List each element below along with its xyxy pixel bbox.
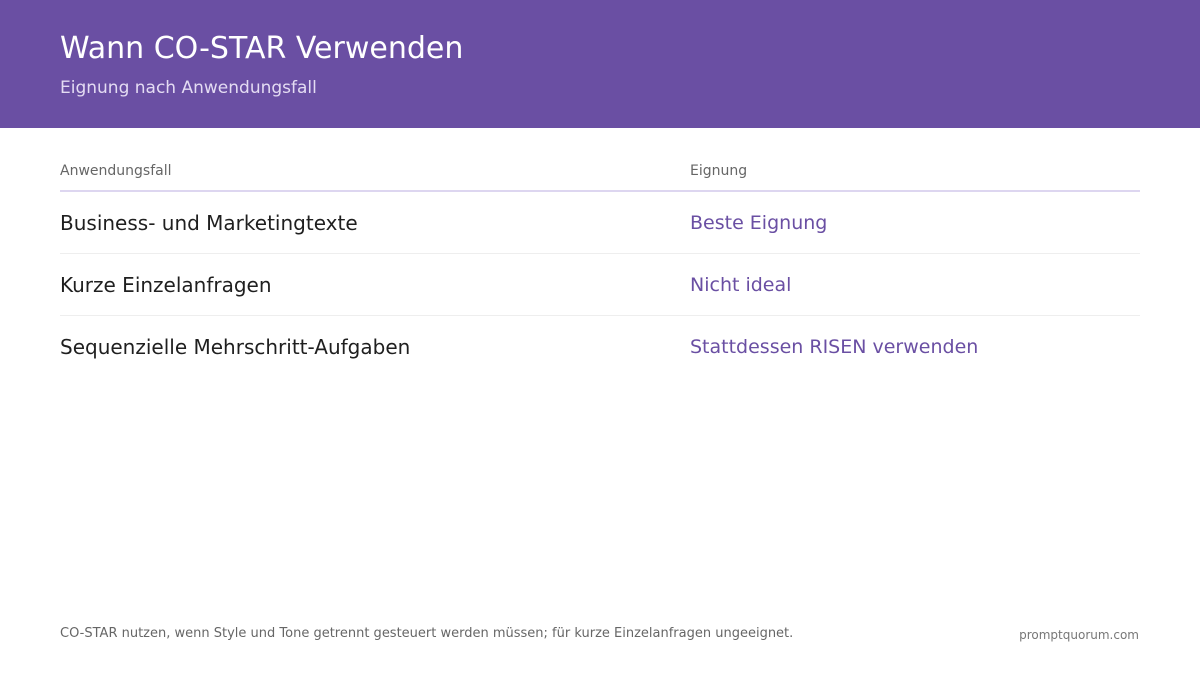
column-header-suitability: Eignung — [690, 163, 748, 179]
footnote: CO-STAR nutzen, wenn Style und Tone getr… — [60, 626, 794, 641]
use-case-cell: Kurze Einzelanfragen — [60, 273, 272, 297]
suitability-cell: Nicht ideal — [690, 274, 792, 296]
suitability-cell: Beste Eignung — [690, 212, 828, 234]
use-case-cell: Sequenzielle Mehrschritt-Aufgaben — [60, 335, 411, 359]
table-row: Business- und Marketingtexte Beste Eignu… — [60, 192, 1140, 254]
suitability-cell: Stattdessen RISEN verwenden — [690, 336, 979, 358]
page-subtitle: Eignung nach Anwendungsfall — [60, 78, 317, 98]
column-header-use-case: Anwendungsfall — [60, 163, 172, 179]
site-credit: promptquorum.com — [1019, 628, 1139, 642]
table-row: Sequenzielle Mehrschritt-Aufgaben Stattd… — [60, 316, 1140, 377]
suitability-table: Anwendungsfall Eignung Business- und Mar… — [60, 160, 1140, 377]
page-title: Wann CO-STAR Verwenden — [60, 31, 464, 66]
table-header: Anwendungsfall Eignung — [60, 160, 1140, 192]
table-row: Kurze Einzelanfragen Nicht ideal — [60, 254, 1140, 316]
use-case-cell: Business- und Marketingtexte — [60, 211, 358, 235]
header-banner: Wann CO-STAR Verwenden Eignung nach Anwe… — [0, 0, 1200, 128]
